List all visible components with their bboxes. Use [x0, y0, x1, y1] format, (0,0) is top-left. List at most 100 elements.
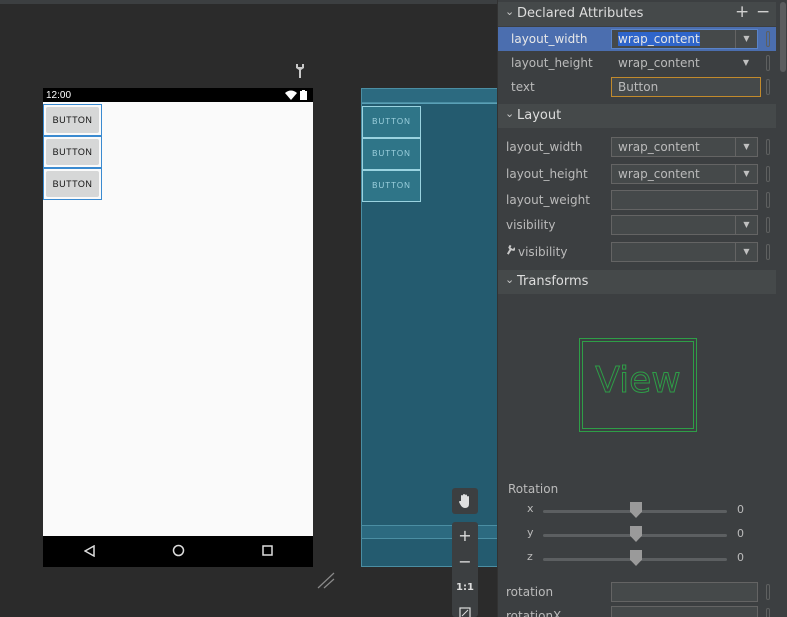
attribute-marker — [766, 244, 770, 260]
attribute-marker — [766, 79, 770, 95]
button-label: BUTTON — [46, 139, 99, 165]
attribute-marker — [766, 608, 770, 617]
rotation-y-slider[interactable]: y 0 — [498, 524, 776, 546]
add-attribute-button[interactable]: + — [735, 2, 749, 22]
attribute-marker — [766, 217, 770, 233]
attribute-label: layout_height — [506, 167, 588, 181]
text-field[interactable]: Button — [611, 77, 761, 97]
preview-button-1[interactable]: BUTTON — [43, 104, 102, 136]
zoom-out-button[interactable]: − — [452, 549, 478, 575]
chevron-down-icon[interactable]: ▼ — [735, 30, 757, 48]
pan-tool-button[interactable] — [452, 488, 478, 514]
rotation-x-slider[interactable]: x 0 — [498, 500, 776, 522]
attribute-label: rotationX — [506, 609, 562, 617]
blueprint-button-3[interactable]: BUTTON — [362, 170, 421, 202]
chevron-down-icon[interactable]: ▼ — [735, 138, 757, 156]
combo-value: wrap_content — [618, 167, 700, 181]
actual-size-button[interactable]: 1:1 — [452, 575, 478, 601]
chevron-down-icon: ⌄ — [505, 5, 515, 18]
blueprint-button-2[interactable]: BUTTON — [362, 138, 421, 170]
attribute-marker — [766, 139, 770, 155]
attribute-marker — [766, 31, 770, 47]
transform-preview: View — [579, 338, 697, 432]
tools-visibility-combo[interactable]: ▼ — [611, 242, 758, 262]
axis-label: y — [527, 526, 534, 539]
attribute-label: visibility — [518, 245, 568, 259]
layout-row-layout-width[interactable]: layout_width wrap_content ▼ — [498, 135, 776, 159]
slider-thumb[interactable] — [630, 526, 642, 542]
layout-height-combo[interactable]: wrap_content ▼ — [611, 53, 758, 73]
resize-handle-icon[interactable] — [316, 571, 336, 589]
attribute-marker — [766, 584, 770, 600]
attribute-marker — [766, 192, 770, 208]
panel-scrollbar[interactable] — [779, 0, 787, 617]
slider-value: 0 — [737, 527, 744, 540]
status-time: 12:00 — [46, 90, 72, 101]
chevron-down-icon[interactable]: ▼ — [735, 216, 757, 234]
fit-screen-button[interactable] — [452, 601, 478, 617]
attribute-marker — [766, 55, 770, 71]
zoom-controls: + − 1:1 — [452, 522, 478, 617]
rotation-field[interactable] — [611, 582, 758, 602]
layout-weight-field[interactable] — [611, 190, 758, 210]
transforms-header[interactable]: ⌄ Transforms — [498, 270, 776, 294]
layout-width-combo[interactable]: wrap_content ▼ — [611, 29, 758, 49]
attribute-label: visibility — [506, 218, 556, 232]
attribute-label: rotation — [506, 585, 554, 599]
axis-label: z — [527, 550, 533, 563]
layout-row-layout-weight[interactable]: layout_weight — [498, 188, 776, 212]
wrench-icon — [506, 244, 516, 259]
rotation-label: Rotation — [508, 482, 559, 496]
combo-value: wrap_content — [618, 140, 700, 154]
declared-row-text[interactable]: text Button — [498, 75, 776, 99]
blueprint-status-area — [362, 89, 497, 103]
button-label: BUTTON — [46, 107, 99, 133]
combo-value: wrap_content — [618, 32, 700, 46]
device-screen[interactable]: BUTTON BUTTON BUTTON — [43, 102, 313, 536]
chevron-down-icon: ⌄ — [505, 107, 515, 120]
rotation-x-field[interactable] — [611, 606, 758, 617]
combo-value: wrap_content — [618, 56, 700, 70]
preview-button-2[interactable]: BUTTON — [43, 136, 102, 168]
rotation-z-slider[interactable]: z 0 — [498, 548, 776, 570]
chevron-down-icon[interactable]: ▼ — [735, 54, 757, 72]
blueprint-button-1[interactable]: BUTTON — [362, 106, 421, 138]
layout-row-tools-visibility[interactable]: visibility ▼ — [498, 240, 776, 264]
transform-row-rotation[interactable]: rotation — [498, 580, 776, 604]
slider-thumb[interactable] — [630, 550, 642, 566]
back-icon — [83, 544, 95, 560]
blueprint-layout-area[interactable]: BUTTON BUTTON BUTTON — [362, 103, 497, 525]
attribute-marker — [766, 166, 770, 182]
declared-attributes-header[interactable]: ⌄ Declared Attributes + − — [498, 2, 776, 26]
chevron-down-icon[interactable]: ▼ — [735, 165, 757, 183]
layout-row-visibility[interactable]: visibility ▼ — [498, 213, 776, 237]
hand-icon — [458, 494, 472, 513]
button-label: BUTTON — [46, 171, 99, 197]
layout-height-combo[interactable]: wrap_content ▼ — [611, 164, 758, 184]
visibility-combo[interactable]: ▼ — [611, 215, 758, 235]
scrollbar-thumb[interactable] — [780, 2, 786, 72]
attribute-label: text — [511, 80, 535, 94]
chevron-down-icon[interactable]: ▼ — [735, 243, 757, 261]
attribute-label: layout_height — [511, 56, 593, 70]
slider-thumb[interactable] — [630, 502, 642, 518]
declared-row-layout-width[interactable]: layout_width wrap_content ▼ — [498, 27, 776, 51]
layout-width-combo[interactable]: wrap_content ▼ — [611, 137, 758, 157]
slider-value: 0 — [737, 551, 744, 564]
slider-value: 0 — [737, 503, 744, 516]
transform-row-rotation-x[interactable]: rotationX — [498, 604, 776, 617]
canvas-top-strip — [0, 0, 497, 4]
layout-row-layout-height[interactable]: layout_height wrap_content ▼ — [498, 162, 776, 186]
remove-attribute-button[interactable]: − — [756, 2, 770, 22]
section-title: Transforms — [517, 274, 589, 289]
wrench-icon[interactable] — [293, 63, 307, 79]
design-canvas[interactable]: 12:00 BUTTON BUTTON BUTTON BUTTON BUTTON… — [0, 0, 497, 617]
zoom-in-button[interactable]: + — [452, 523, 478, 549]
attribute-label: layout_width — [511, 32, 588, 46]
preview-button-3[interactable]: BUTTON — [43, 168, 102, 200]
layout-header[interactable]: ⌄ Layout — [498, 104, 776, 128]
attribute-label: layout_width — [506, 140, 583, 154]
declared-row-layout-height[interactable]: layout_height wrap_content ▼ — [498, 51, 776, 75]
section-title: Layout — [517, 108, 562, 123]
text-value: Button — [618, 80, 659, 94]
